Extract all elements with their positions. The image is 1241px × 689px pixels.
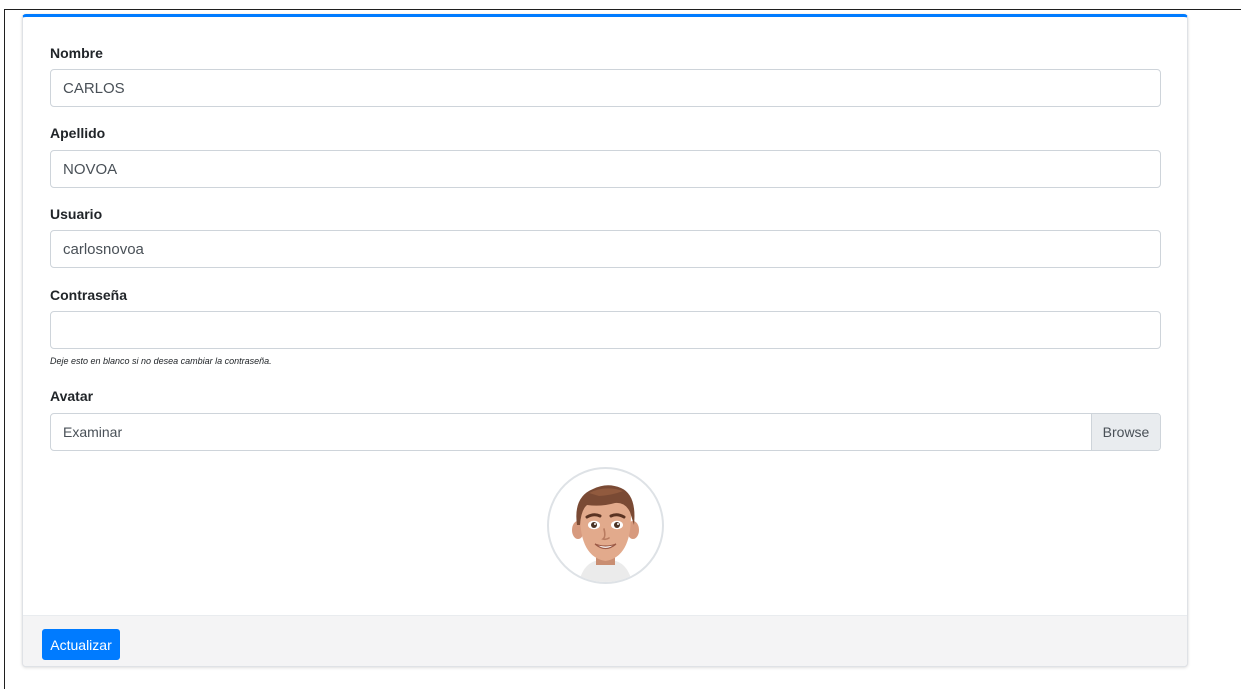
contrasena-input[interactable] [50,311,1161,349]
contrasena-help-text: Deje esto en blanco si no desea cambiar … [50,356,272,366]
card-body: Nombre Apellido Usuario Contraseña Deje … [23,17,1187,615]
avatar-file-input[interactable]: Examinar Browse [50,413,1161,451]
edit-profile-card: Nombre Apellido Usuario Contraseña Deje … [22,14,1188,667]
avatar-image [547,467,664,584]
apellido-input[interactable] [50,150,1161,188]
usuario-label: Usuario [50,206,103,222]
nombre-label: Nombre [50,45,103,61]
apellido-label: Apellido [50,125,106,141]
card-footer: Actualizar [23,615,1187,666]
actualizar-button[interactable]: Actualizar [42,629,120,660]
browse-button[interactable]: Browse [1091,414,1160,450]
usuario-input[interactable] [50,230,1161,268]
file-input-text: Examinar [63,424,123,440]
avatar-label: Avatar [50,388,94,404]
cartoon-male-avatar-icon [572,485,639,582]
nombre-input[interactable] [50,69,1161,107]
contrasena-label: Contraseña [50,287,128,303]
